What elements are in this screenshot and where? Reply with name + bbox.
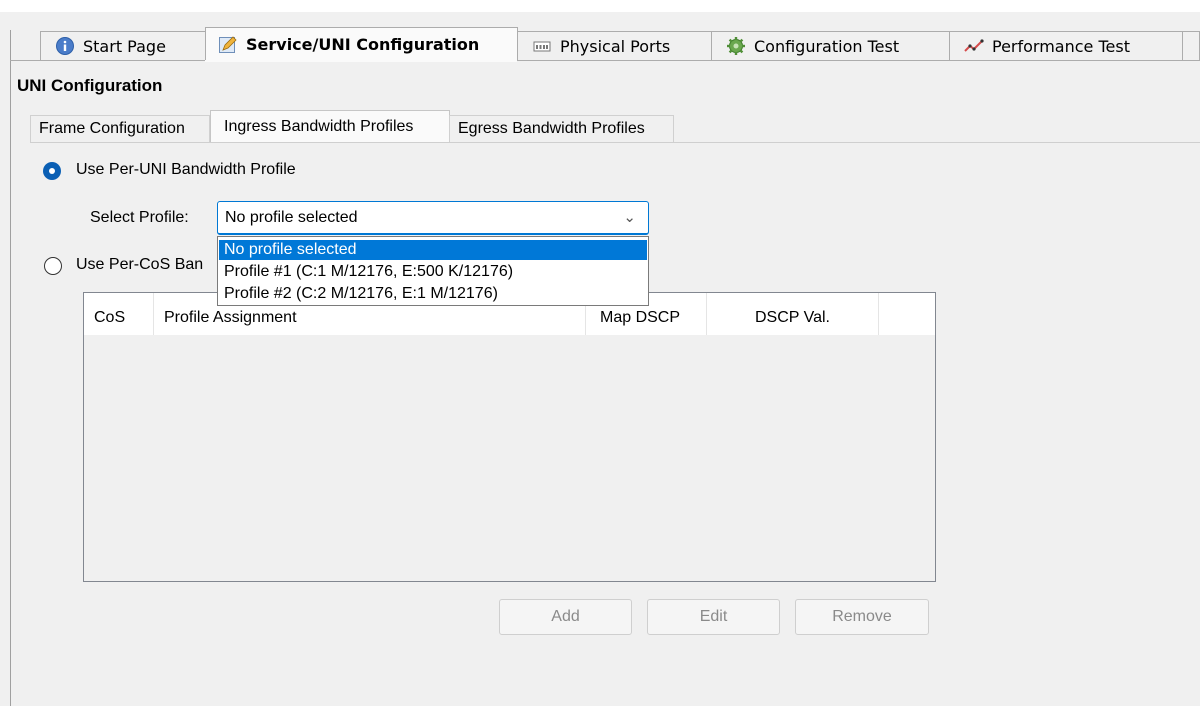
- tab-label: Start Page: [83, 36, 166, 56]
- tab-physical-ports[interactable]: Physical Ports: [517, 31, 712, 60]
- per-cos-radio[interactable]: [44, 257, 62, 275]
- subtab-frame-configuration[interactable]: Frame Configuration: [30, 115, 210, 142]
- window-top-strip: [0, 0, 1200, 12]
- profile-option[interactable]: No profile selected: [219, 240, 647, 260]
- profile-select-value: No profile selected: [225, 209, 358, 226]
- tab-start-page[interactable]: Start Page: [40, 31, 206, 60]
- gear-icon: [726, 36, 746, 56]
- cos-profile-table[interactable]: CoS Profile Assignment Map DSCP DSCP Val…: [83, 292, 936, 582]
- tab-label: Service/UNI Configuration: [246, 35, 480, 54]
- tab-overflow[interactable]: [1182, 31, 1200, 60]
- per-cos-label: Use Per-CoS Ban: [76, 256, 204, 273]
- tab-configuration-test[interactable]: Configuration Test: [711, 31, 950, 60]
- subtab-ingress-bandwidth-profiles[interactable]: Ingress Bandwidth Profiles: [210, 110, 450, 143]
- column-header-dscp-val[interactable]: DSCP Val.: [707, 293, 879, 335]
- tab-label: Physical Ports: [560, 36, 671, 56]
- profile-option[interactable]: Profile #2 (C:2 M/12176, E:1 M/12176): [219, 284, 647, 304]
- per-uni-radio[interactable]: [43, 162, 61, 180]
- profile-dropdown-list: No profile selected Profile #1 (C:1 M/12…: [217, 236, 649, 306]
- tab-label: Performance Test: [992, 36, 1130, 56]
- add-button[interactable]: Add: [499, 599, 632, 635]
- tab-performance-test[interactable]: Performance Test: [949, 31, 1183, 60]
- section-title: UNI Configuration: [17, 76, 163, 95]
- edit-icon: [218, 35, 238, 55]
- chevron-down-icon: ⌄: [623, 209, 636, 226]
- per-uni-label: Use Per-UNI Bandwidth Profile: [76, 161, 296, 178]
- chart-icon: [964, 36, 984, 56]
- profile-select[interactable]: No profile selected ⌄: [217, 201, 649, 235]
- tab-strip-baseline: [10, 60, 1200, 61]
- ports-icon: [532, 36, 552, 56]
- column-header-cos[interactable]: CoS: [84, 293, 154, 335]
- panel-left-border: [10, 30, 11, 706]
- profile-option[interactable]: Profile #1 (C:1 M/12176, E:500 K/12176): [219, 262, 647, 282]
- active-tab-gap: [205, 60, 517, 62]
- remove-button[interactable]: Remove: [795, 599, 929, 635]
- select-profile-label: Select Profile:: [90, 209, 189, 226]
- tab-service-uni-configuration[interactable]: Service/UNI Configuration: [205, 27, 518, 61]
- info-icon: [55, 36, 75, 56]
- subtab-egress-bandwidth-profiles[interactable]: Egress Bandwidth Profiles: [449, 115, 674, 142]
- subtab-baseline: [30, 142, 1200, 143]
- tab-label: Configuration Test: [754, 36, 900, 56]
- edit-button[interactable]: Edit: [647, 599, 780, 635]
